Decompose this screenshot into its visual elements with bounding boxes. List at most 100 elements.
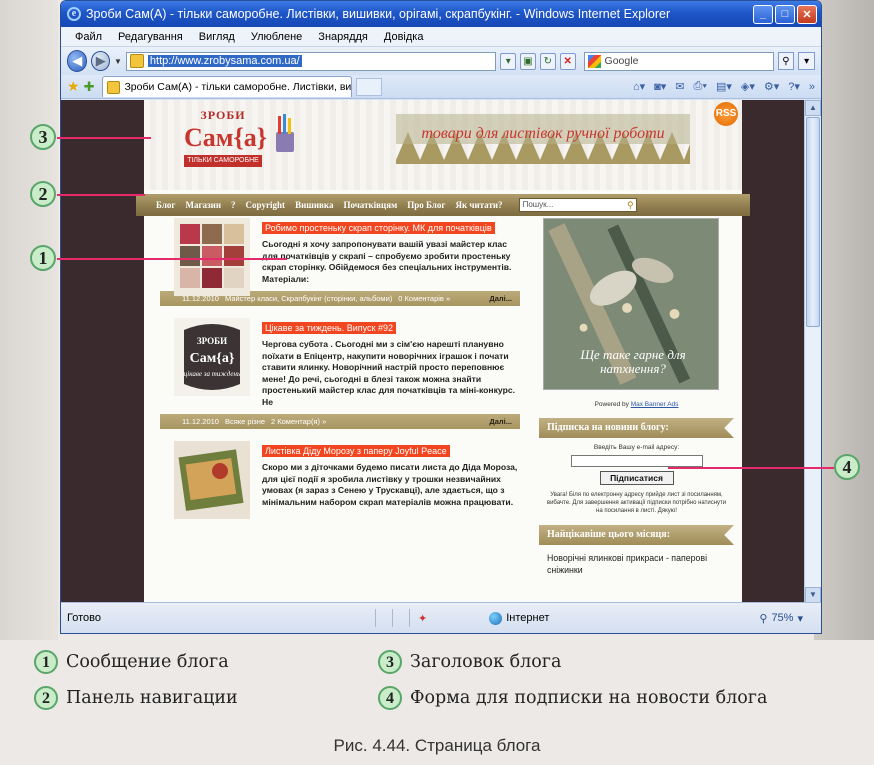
- nav-item-how-to-read[interactable]: Як читати?: [455, 200, 502, 210]
- post-thumbnail[interactable]: [174, 218, 250, 296]
- address-dropdown-icon[interactable]: ▾: [500, 52, 517, 70]
- site-favicon-icon: [129, 54, 144, 68]
- callout-line-1: [57, 258, 287, 260]
- search-field[interactable]: Google: [583, 51, 774, 71]
- safety-menu-icon[interactable]: ◈▾: [741, 80, 755, 93]
- new-tab-button[interactable]: [356, 77, 383, 96]
- nav-item-shop[interactable]: Магазин: [185, 200, 221, 210]
- url-field[interactable]: http://www.zrobysama.com.ua/: [125, 51, 497, 71]
- menu-help[interactable]: Довідка: [384, 31, 424, 43]
- nav-item-about[interactable]: Про Блог: [407, 200, 445, 210]
- feeds-icon[interactable]: ◙▾: [654, 80, 666, 93]
- blog-search-input[interactable]: Пошук... ⚲: [518, 198, 637, 212]
- blog-nav-bar: Блог Магазин ? Copyright Вишивка Початкі…: [136, 194, 750, 216]
- read-more-link[interactable]: Далі...: [489, 294, 512, 303]
- post-thumbnail[interactable]: ЗРОБИ Сам{а} цікаве за тиждень: [174, 318, 250, 396]
- favorites-star-icon[interactable]: ★: [67, 78, 80, 95]
- menu-bar: Файл Редагування Вигляд Улюблене Знарядд…: [61, 27, 821, 47]
- print-icon[interactable]: ⎙▾: [694, 80, 707, 93]
- sidebar-image-caption: Ще таке гарне для натхнення?: [580, 347, 686, 376]
- subscribe-widget-title: Підписка на новини блогу:: [539, 418, 734, 438]
- subscribe-button[interactable]: Підписатися: [599, 471, 674, 485]
- status-bar: Готово ✦ Інтернет ⚲ 75% ▾: [61, 602, 821, 633]
- read-more-link[interactable]: Далі...: [489, 417, 512, 426]
- post-categories[interactable]: Всяке різне: [225, 417, 265, 426]
- search-icon[interactable]: ⚲: [777, 52, 795, 70]
- history-dropdown-icon[interactable]: ▼: [114, 57, 122, 66]
- more-icon[interactable]: »: [809, 81, 815, 93]
- minimize-button[interactable]: _: [753, 4, 773, 24]
- google-logo-icon: [587, 54, 601, 68]
- scroll-thumb[interactable]: [806, 117, 820, 327]
- callout-2: 2: [30, 181, 56, 207]
- post-title[interactable]: Цікаве за тиждень. Випуск #92: [262, 322, 396, 334]
- home-icon[interactable]: ⌂▾: [633, 80, 645, 93]
- close-button[interactable]: ✕: [797, 4, 817, 24]
- subscribe-label: Введіть Вашу e-mail адресу:: [593, 444, 680, 451]
- nav-item-copyright[interactable]: Copyright: [246, 200, 286, 210]
- tab-label: Зроби Сам(А) - тільки саморобне. Листівк…: [124, 81, 352, 93]
- menu-tools[interactable]: Знаряддя: [318, 31, 368, 43]
- menu-favorites[interactable]: Улюблене: [251, 31, 302, 43]
- post-title[interactable]: Листівка Діду Морозу з паперу Joyful Pea…: [262, 445, 450, 457]
- title-bar: e Зроби Сам(А) - тільки саморобне. Листі…: [61, 1, 821, 27]
- post-excerpt: Скоро ми з діточками будемо писати листа…: [262, 462, 518, 507]
- popular-post-link[interactable]: Новорічні ялинкові прикраси - паперові с…: [539, 552, 734, 576]
- refresh-icon[interactable]: ↻: [539, 52, 556, 70]
- url-text: http://www.zrobysama.com.ua/: [147, 55, 302, 67]
- zoom-dropdown-icon[interactable]: ▾: [797, 612, 803, 625]
- subscribe-note: Увага! Біля по електронну адресу прийде …: [546, 492, 727, 514]
- zoom-icon: ⚲: [759, 612, 768, 625]
- legend-item-4: 4 Форма для подписки на новости блога: [378, 686, 767, 710]
- post-excerpt: Сьогодні я хочу запропонувати вашій уваз…: [262, 239, 512, 284]
- blog-search-icon[interactable]: ⚲: [627, 199, 634, 211]
- add-favorites-icon[interactable]: ✚: [84, 79, 95, 95]
- nav-item-embroidery[interactable]: Вишивка: [295, 200, 333, 210]
- nav-item-beginners[interactable]: Початківцям: [343, 200, 397, 210]
- page-margin-right: [814, 0, 874, 640]
- protected-mode-icon[interactable]: ✦: [418, 612, 427, 625]
- rss-icon[interactable]: RSS: [714, 102, 738, 126]
- legend-number: 3: [378, 650, 402, 674]
- tools-menu-icon[interactable]: ⚙▾: [764, 80, 779, 93]
- mail-icon[interactable]: ✉: [675, 80, 684, 93]
- subscribe-email-input[interactable]: [570, 455, 703, 467]
- legend-text: Заголовок блога: [410, 652, 562, 672]
- nav-item-question[interactable]: ?: [231, 200, 236, 210]
- callout-3: 3: [30, 124, 56, 150]
- stop-icon[interactable]: ✕: [559, 52, 576, 70]
- logo-ribbon: ТІЛЬКИ САМОРОБНЕ: [184, 155, 262, 167]
- zoom-control[interactable]: ⚲ 75% ▾: [759, 612, 803, 625]
- search-options-icon[interactable]: ▾: [798, 52, 816, 70]
- post-categories[interactable]: Майстер класи, Скрапбукінг (сторінки, ал…: [225, 294, 392, 303]
- help-menu-icon[interactable]: ?▾: [788, 80, 800, 93]
- nav-item-blog[interactable]: Блог: [156, 200, 175, 210]
- post-title[interactable]: Робимо простеньку скрап сторінку. МК для…: [262, 222, 495, 234]
- security-zone[interactable]: Інтернет: [489, 611, 549, 625]
- forward-button[interactable]: ▶: [91, 51, 110, 71]
- menu-file[interactable]: Файл: [75, 31, 102, 43]
- post-thumbnail[interactable]: [174, 441, 250, 519]
- header-banner: товари для листівок ручної роботи: [396, 114, 690, 164]
- legend-text: Форма для подписки на новости блога: [410, 688, 768, 708]
- menu-edit[interactable]: Редагування: [118, 31, 183, 43]
- legend-number: 4: [378, 686, 402, 710]
- figure-caption: Рис. 4.44. Страница блога: [333, 736, 541, 755]
- post-comments[interactable]: 2 Коментар(я) »: [271, 417, 326, 426]
- powered-link[interactable]: Max Banner Ads: [631, 401, 679, 408]
- page-menu-icon[interactable]: ▤▾: [716, 80, 732, 93]
- compatibility-icon[interactable]: ▣: [520, 52, 536, 70]
- callout-4: 4: [834, 454, 860, 480]
- post-item: ЗРОБИ Сам{а} цікаве за тиждень Цікаве за…: [160, 318, 520, 429]
- vertical-scrollbar[interactable]: ▲ ▼: [804, 100, 821, 603]
- ie-logo-icon: e: [67, 7, 81, 21]
- scroll-down-icon[interactable]: ▼: [805, 587, 821, 603]
- post-item: Листівка Діду Морозу з паперу Joyful Pea…: [160, 441, 520, 519]
- menu-view[interactable]: Вигляд: [199, 31, 235, 43]
- post-comments[interactable]: 0 Коментарів »: [398, 294, 450, 303]
- scroll-up-icon[interactable]: ▲: [805, 100, 821, 116]
- callout-line-2: [57, 194, 145, 196]
- tab-active[interactable]: Зроби Сам(А) - тільки саморобне. Листівк…: [102, 76, 353, 97]
- back-button[interactable]: ◀: [67, 50, 88, 72]
- maximize-button[interactable]: □: [775, 4, 795, 24]
